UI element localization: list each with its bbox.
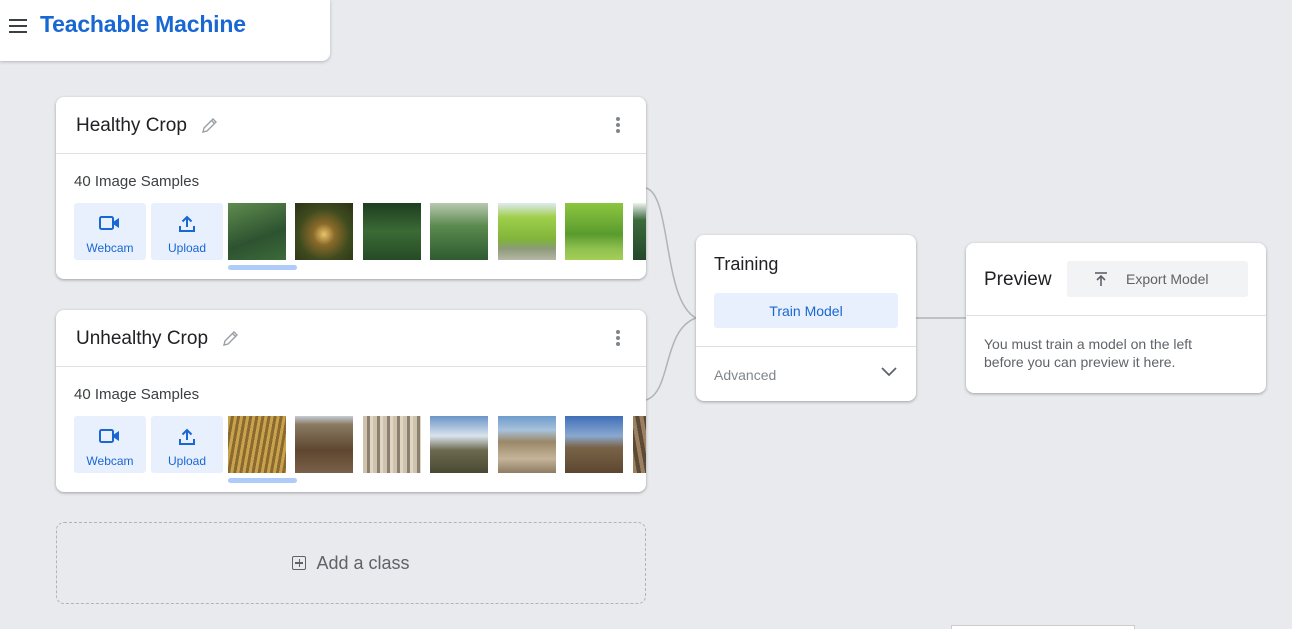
sample-thumbnail[interactable] (565, 416, 624, 473)
sample-thumbnail[interactable] (632, 416, 646, 473)
preview-title: Preview (984, 269, 1052, 290)
training-title: Training (714, 254, 779, 274)
thumbnail-scrollbar[interactable] (228, 265, 297, 270)
upload-icon (179, 428, 195, 445)
divider (966, 315, 1266, 316)
webcam-icon (99, 216, 119, 230)
class-card-header: Healthy Crop (56, 97, 646, 154)
upload-label: Upload (167, 454, 207, 468)
class-name[interactable]: Unhealthy Crop (76, 328, 208, 350)
class-card-header: Unhealthy Crop (56, 310, 646, 367)
sample-thumbnails (228, 416, 646, 473)
training-card: Training Train Model Advanced (696, 235, 916, 401)
menu-icon[interactable] (9, 19, 27, 33)
sample-thumbnail[interactable] (295, 416, 354, 473)
more-options-icon[interactable] (614, 117, 622, 135)
sample-thumbnail[interactable] (362, 203, 421, 260)
bottom-panel-edge (951, 625, 1135, 629)
sample-thumbnail[interactable] (430, 416, 489, 473)
webcam-label: Webcam (86, 454, 134, 468)
preview-card: Preview Export Model You must train a mo… (966, 243, 1266, 393)
webcam-icon (99, 429, 119, 443)
sample-thumbnail[interactable] (565, 203, 624, 260)
train-model-button[interactable]: Train Model (714, 293, 898, 328)
sample-thumbnail[interactable] (228, 203, 286, 260)
class-card-unhealthy-crop: Unhealthy Crop 40 Image Samples Webcam U… (56, 310, 646, 492)
divider (696, 346, 916, 347)
class-card-healthy-crop: Healthy Crop 40 Image Samples Webcam Upl… (56, 97, 646, 279)
pencil-icon[interactable] (221, 328, 241, 348)
add-class-button[interactable]: Add a class (56, 522, 646, 604)
preview-message: You must train a model on the left befor… (984, 336, 1193, 370)
sample-thumbnails (228, 203, 646, 260)
export-model-label: Export Model (1126, 271, 1209, 287)
more-options-icon[interactable] (614, 330, 622, 348)
pencil-icon[interactable] (200, 115, 220, 135)
webcam-button[interactable]: Webcam (74, 416, 146, 473)
export-model-button[interactable]: Export Model (1067, 261, 1248, 297)
sample-thumbnail[interactable] (228, 416, 286, 473)
thumbnail-scrollbar[interactable] (228, 478, 297, 483)
class-name[interactable]: Healthy Crop (76, 115, 187, 137)
sample-thumbnail[interactable] (362, 416, 421, 473)
sample-thumbnail[interactable] (497, 203, 556, 260)
sample-thumbnail[interactable] (295, 203, 354, 260)
app-title[interactable]: Teachable Machine (40, 11, 246, 38)
upload-button[interactable]: Upload (151, 416, 223, 473)
upload-button[interactable]: Upload (151, 203, 223, 260)
webcam-label: Webcam (86, 241, 134, 255)
samples-count: 40 Image Samples (74, 386, 200, 403)
samples-count: 40 Image Samples (74, 173, 200, 190)
sample-thumbnail[interactable] (430, 203, 489, 260)
sample-thumbnail[interactable] (632, 203, 646, 260)
sample-thumbnail[interactable] (497, 416, 556, 473)
add-box-icon (292, 556, 307, 570)
upload-icon (179, 215, 195, 232)
webcam-button[interactable]: Webcam (74, 203, 146, 260)
export-icon (1095, 272, 1107, 286)
upload-label: Upload (167, 241, 207, 255)
add-class-label: Add a class (316, 552, 410, 573)
chevron-down-icon[interactable] (880, 366, 898, 378)
advanced-toggle[interactable]: Advanced (714, 367, 776, 383)
app-header: Teachable Machine (0, 0, 330, 61)
